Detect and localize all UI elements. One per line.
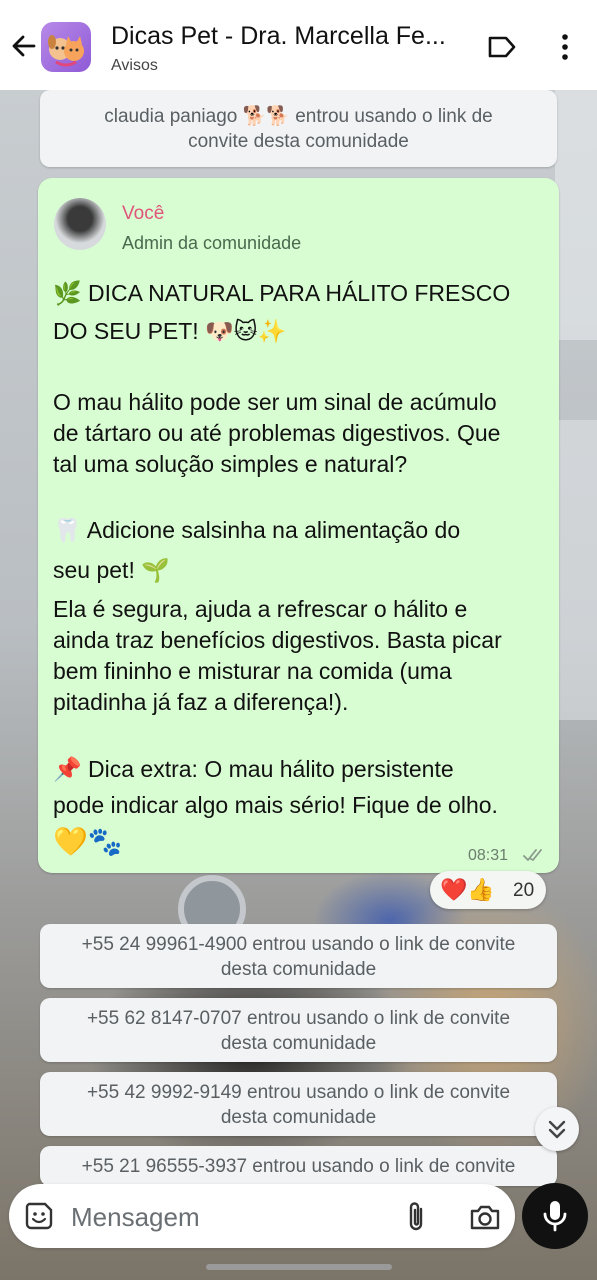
attach-icon[interactable]: [404, 1200, 428, 1234]
home-indicator: [206, 1264, 392, 1270]
group-subtitle[interactable]: Avisos: [111, 57, 158, 75]
reactions-pill[interactable]: ❤️👍 20: [430, 871, 546, 909]
system-message: +55 42 9992-9149 entrou usando o link de…: [40, 1072, 557, 1136]
chevron-double-down-icon: [548, 1120, 566, 1139]
message-line: 📌 Dica extra: O mau hálito persistente: [53, 756, 454, 782]
reaction-count: 20: [513, 880, 535, 901]
message-line: tal uma solução simples e natural?: [53, 451, 408, 477]
sender-role: Admin da comunidade: [122, 233, 302, 253]
message-time: 08:31: [468, 847, 509, 864]
message-line: pode indicar algo mais sério! Fique de o…: [53, 792, 498, 818]
system-message: +55 21 96555-3937 entrou usando o link d…: [40, 1146, 557, 1186]
pets-logo-icon: [48, 35, 84, 67]
microphone-icon: [543, 1201, 567, 1232]
group-avatar[interactable]: [41, 22, 91, 72]
message-line: DO SEU PET! 🐶🐱✨: [53, 318, 287, 344]
wallpaper-shelf: [555, 420, 597, 720]
camera-icon[interactable]: [468, 1202, 502, 1232]
system-message: claudia paniago 🐕🐕 entrou usando o link …: [40, 90, 557, 167]
chat-header: Dicas Pet - Dra. Marcella Fe... Avisos: [0, 0, 597, 90]
more-vertical-icon[interactable]: [553, 32, 577, 62]
message-line: seu pet! 🌱: [53, 557, 170, 583]
message-line: ainda traz benefícios digestivos. Basta …: [53, 627, 502, 653]
message-composer: [9, 1184, 515, 1248]
sender-avatar[interactable]: [54, 198, 106, 250]
message-line: Ela é segura, ajuda a refrescar o hálito…: [53, 596, 468, 622]
message-line: de tártaro ou até problemas digestivos. …: [53, 420, 501, 446]
message-line: 🦷 Adicione salsinha na alimentação do: [53, 517, 461, 543]
message-line: 🌿 DICA NATURAL PARA HÁLITO FRESCO: [53, 280, 511, 306]
scroll-to-bottom-button[interactable]: [535, 1107, 579, 1151]
reaction-emojis: ❤️👍: [440, 877, 495, 902]
message-line: O mau hálito pode ser um sinal de acúmul…: [53, 389, 497, 415]
voice-record-button[interactable]: [522, 1183, 588, 1249]
system-message: +55 62 8147-0707 entrou usando o link de…: [40, 998, 557, 1062]
group-title[interactable]: Dicas Pet - Dra. Marcella Fe...: [111, 22, 471, 51]
message-line: pitadinha já faz a diferença!).: [53, 689, 349, 715]
sticker-icon[interactable]: [23, 1200, 55, 1232]
double-check-icon: [523, 849, 542, 861]
message-line: 💛🐾: [53, 826, 123, 857]
message-line: bem fininho e misturar na comida (uma: [53, 658, 452, 684]
system-message: +55 24 99961-4900 entrou usando o link d…: [40, 924, 557, 988]
back-arrow-icon[interactable]: [8, 30, 40, 62]
label-icon[interactable]: [487, 34, 517, 60]
message-input[interactable]: [69, 1194, 383, 1240]
sender-name[interactable]: Você: [122, 203, 164, 225]
wallpaper-shelf: [555, 90, 597, 340]
